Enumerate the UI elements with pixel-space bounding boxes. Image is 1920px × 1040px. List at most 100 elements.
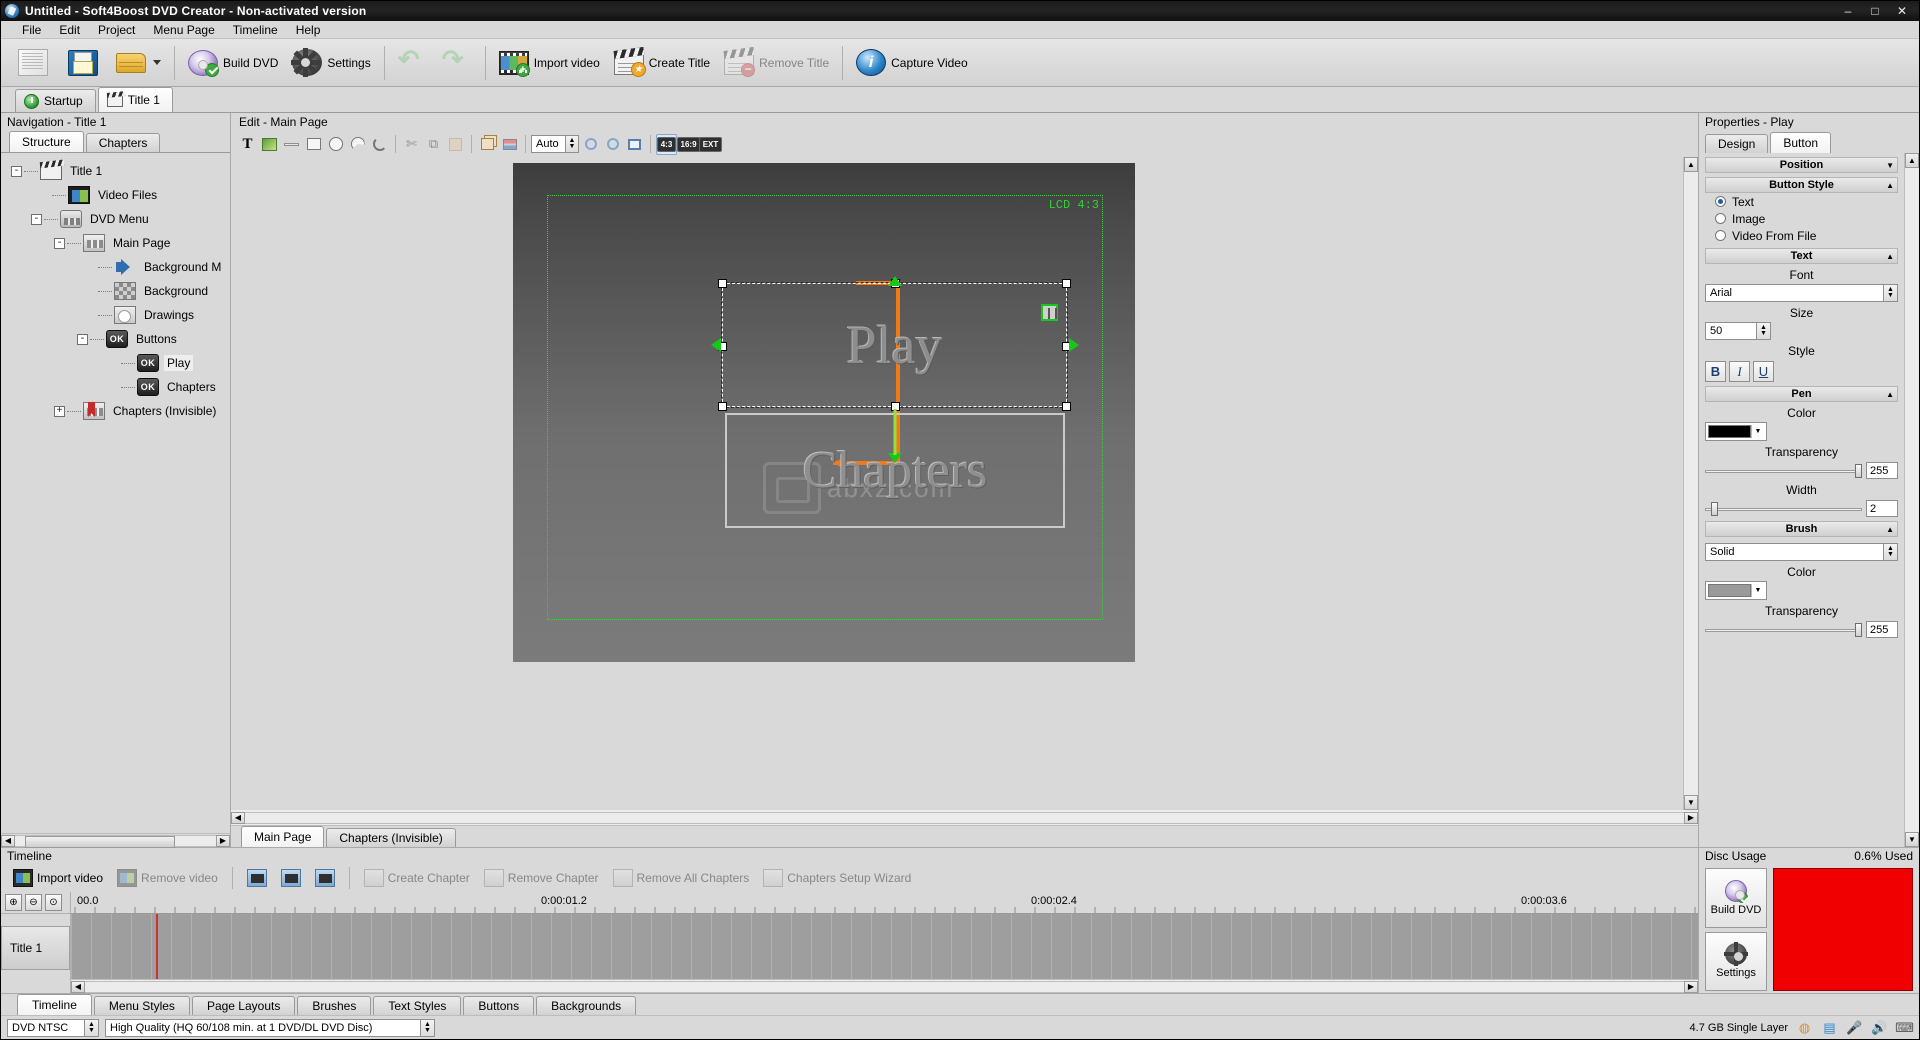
scroll-up-arrow[interactable]: ▲ [1684, 157, 1698, 172]
scroll-thumb[interactable] [25, 835, 175, 848]
zoom-in-button[interactable] [580, 134, 601, 155]
font-combo[interactable]: Arial ▲ ▼ [1705, 284, 1898, 302]
chevron-up-icon[interactable]: ▲ [1886, 525, 1894, 534]
font-combo-arrow[interactable]: ▲ ▼ [1883, 285, 1897, 301]
canvas-vscrollbar[interactable]: ▲ ▼ [1683, 157, 1698, 810]
keyboard-icon[interactable]: ⌨ [1895, 1019, 1914, 1036]
menu-preview[interactable]: LCD 4:3 abxz.com Chapters Play [513, 163, 1135, 662]
create-title-button[interactable]: ★ Create Title [607, 43, 717, 83]
save-project-button[interactable] [59, 43, 107, 83]
resize-handle-s[interactable] [891, 402, 900, 411]
brush-fill-combo[interactable]: Solid ▲ ▼ [1705, 543, 1898, 561]
page-tab-main-page[interactable]: Main Page [241, 826, 325, 847]
tree-item-drawings[interactable]: Drawings [1, 303, 230, 327]
scroll-right-arrow[interactable]: ▶ [216, 834, 230, 847]
group-button-style[interactable]: Button Style ▲ [1705, 177, 1898, 193]
slider-thumb[interactable] [1711, 501, 1718, 516]
brush-color-combo[interactable]: ▼ [1705, 581, 1767, 600]
tab-button[interactable]: Button [1770, 132, 1832, 153]
tree-item-background[interactable]: Background [1, 279, 230, 303]
playhead[interactable] [156, 914, 158, 979]
group-position[interactable]: Position ▼ [1705, 157, 1898, 173]
scroll-left-arrow[interactable]: ◀ [1, 834, 15, 847]
build-dvd-button[interactable]: Build DVD [181, 43, 285, 83]
tree-item-chapters[interactable]: OK Chapters [1, 375, 230, 399]
pen-transparency-value[interactable]: 255 [1866, 462, 1898, 479]
arc-tool-button[interactable] [369, 134, 390, 155]
create-chapter-button[interactable]: Create Chapter [358, 866, 476, 890]
arrange-order-button[interactable] [477, 134, 498, 155]
radio-video-indicator[interactable] [1715, 230, 1726, 241]
aspect-ratio-4-3-button[interactable]: 4:3 [656, 133, 677, 155]
expand-toggle[interactable]: - [77, 333, 88, 345]
chevron-down-icon[interactable] [153, 60, 161, 65]
chapters-setup-wizard-button[interactable]: Chapters Setup Wizard [757, 866, 917, 890]
timeline-hscrollbar[interactable]: ◀ ▶ [71, 979, 1698, 993]
pen-width-value[interactable]: 2 [1866, 500, 1898, 517]
timeline-scroll-left[interactable]: ◀ [71, 980, 85, 993]
rectangle-tool-button[interactable] [303, 134, 324, 155]
open-project-button[interactable] [107, 43, 168, 83]
new-project-button[interactable] [7, 43, 59, 83]
disc-format-arrow[interactable]: ▲ ▼ [84, 1019, 98, 1036]
page-tab-chapters-invisible[interactable]: Chapters (Invisible) [326, 828, 456, 847]
menu-menu-page[interactable]: Menu Page [144, 21, 223, 39]
radio-image[interactable]: Image [1705, 210, 1898, 227]
timeline-scroll-right[interactable]: ▶ [1684, 980, 1698, 993]
chevron-up-icon[interactable]: ▲ [1886, 390, 1894, 399]
scroll-track-vertical[interactable] [1684, 172, 1698, 795]
nav-arrow-down[interactable] [888, 453, 902, 463]
play-button[interactable]: Play [718, 279, 1071, 411]
chart-icon[interactable]: ▤ [1821, 1019, 1838, 1036]
remove-title-button[interactable]: − Remove Title [717, 43, 836, 83]
maximize-button[interactable]: □ [1862, 3, 1888, 19]
chevron-down-icon[interactable]: ▼ [1751, 584, 1764, 597]
tree-item-main-page[interactable]: - Main Page [1, 231, 230, 255]
copy-button[interactable]: ⧉ [423, 134, 444, 155]
pie-tool-button[interactable] [347, 134, 368, 155]
tab-structure[interactable]: Structure [9, 131, 84, 152]
scroll-down-arrow[interactable]: ▼ [1684, 795, 1698, 810]
zoom-level-spinner[interactable]: ▲ ▼ [565, 136, 578, 152]
disc-icon[interactable]: ◍ [1796, 1019, 1813, 1036]
italic-button[interactable]: I [1729, 361, 1750, 382]
navigation-hscrollbar[interactable]: ◀ ▶ [1, 833, 230, 848]
pen-width-slider[interactable] [1705, 501, 1862, 516]
scroll-track-canvas[interactable] [245, 811, 1684, 824]
brush-fill-arrow[interactable]: ▲ ▼ [1883, 544, 1897, 560]
timeline-zoom-out-button[interactable]: ⊖ [25, 894, 42, 911]
track-header-title-1[interactable]: Title 1 [1, 926, 70, 970]
timeline-zoom-in-button[interactable]: ⊕ [5, 894, 22, 911]
speaker-icon[interactable]: 🔊 [1871, 1019, 1888, 1036]
text-tool-button[interactable]: T [237, 134, 258, 155]
menu-edit[interactable]: Edit [50, 21, 89, 39]
size-combo[interactable]: 50 ▲ ▼ [1705, 322, 1771, 340]
settings-button[interactable]: Settings [285, 43, 377, 83]
timeline-ruler[interactable]: 00.0 0:00:01.2 0:00:02.4 0:00:03.6 [71, 892, 1698, 914]
menu-project[interactable]: Project [89, 21, 144, 39]
scroll-right-arrow-canvas[interactable]: ▶ [1684, 811, 1698, 824]
remove-chapter-button[interactable]: Remove Chapter [478, 866, 605, 890]
aspect-ratio-16-9-button[interactable]: 16:9 [676, 134, 701, 155]
chevron-up-icon[interactable]: ▲ [1886, 252, 1894, 261]
remove-all-chapters-button[interactable]: Remove All Chapters [607, 866, 756, 890]
ellipse-tool-button[interactable] [325, 134, 346, 155]
timeline-track-lane[interactable] [71, 914, 1698, 979]
radio-text-indicator[interactable] [1715, 196, 1726, 207]
radio-video-from-file[interactable]: Video From File [1705, 227, 1898, 244]
tree-item-background-music[interactable]: Background M [1, 255, 230, 279]
expand-toggle[interactable]: - [11, 165, 22, 177]
tree-item-video-files[interactable]: Video Files [1, 183, 230, 207]
bottom-tab-menu-styles[interactable]: Menu Styles [93, 996, 190, 1015]
aspect-ratio-ext-button[interactable]: EXT [698, 134, 723, 155]
capture-video-button[interactable]: i Capture Video [849, 43, 975, 83]
radio-image-indicator[interactable] [1715, 213, 1726, 224]
tab-startup[interactable]: Startup [15, 89, 96, 112]
resize-handle-nw[interactable] [718, 279, 727, 288]
image-tool-button[interactable] [259, 134, 280, 155]
resize-handle-ne[interactable] [1062, 279, 1071, 288]
expand-toggle[interactable]: - [54, 237, 65, 249]
menu-file[interactable]: File [13, 21, 50, 39]
resize-handle-se[interactable] [1062, 402, 1071, 411]
mic-icon[interactable]: 🎤 [1846, 1019, 1863, 1036]
